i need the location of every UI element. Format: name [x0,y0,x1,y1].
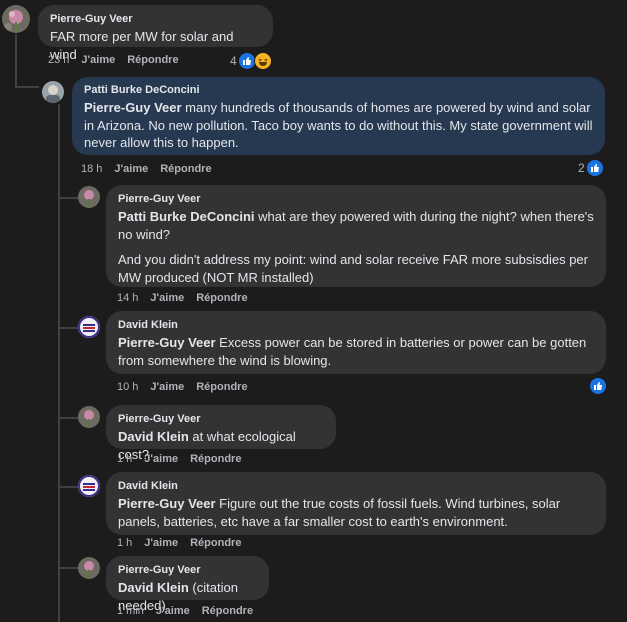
like-button[interactable]: J'aime [144,453,178,465]
comment-author[interactable]: David Klein [118,479,594,493]
comment-text: Patti Burke DeConcini what are they powe… [118,208,594,286]
comment-bubble: David Klein Pierre-Guy Veer Figure out t… [106,472,606,535]
like-button[interactable]: J'aime [144,537,178,549]
comment-actions: 1 h J'aime Répondre [117,537,253,549]
avatar[interactable] [2,5,30,33]
comment-paragraph: And you didn't address my point: wind an… [118,252,588,285]
reaction-summary[interactable] [588,378,606,394]
reaction-summary[interactable]: 2 [578,160,603,176]
comment-time[interactable]: 10 h [117,381,138,393]
comment-time[interactable]: 23 h [48,54,69,66]
comment-actions: 18 h J'aime Répondre [81,163,224,175]
like-button[interactable]: J'aime [156,605,190,617]
comment-time[interactable]: 1 h [117,453,132,465]
reply-button[interactable]: Répondre [202,605,253,617]
comment-time[interactable]: 14 h [117,292,138,304]
reaction-count: 2 [578,161,585,175]
like-icon [238,53,255,69]
thread-line [58,104,60,622]
comment-actions: 14 h J'aime Répondre [117,292,260,304]
thread-line [58,486,78,488]
comment-text: Pierre-Guy Veer many hundreds of thousan… [84,99,593,152]
avatar[interactable] [42,81,64,103]
avatar[interactable] [78,557,100,579]
comment-text: Pierre-Guy Veer Excess power can be stor… [118,334,594,369]
comment-author[interactable]: Pierre-Guy Veer [118,192,594,206]
mention-link[interactable]: David Klein [118,429,189,444]
like-button[interactable]: J'aime [150,292,184,304]
avatar[interactable] [78,316,100,338]
mention-link[interactable]: Pierre-Guy Veer [118,496,216,511]
avatar[interactable] [78,475,100,497]
comment-author[interactable]: Pierre-Guy Veer [118,412,324,426]
comment-actions: 1 min J'aime Répondre [117,605,265,617]
mention-link[interactable]: Pierre-Guy Veer [84,100,182,115]
reply-button[interactable]: Répondre [190,537,241,549]
thread-line [15,86,39,88]
comment-time[interactable]: 1 h [117,537,132,549]
comment-author[interactable]: David Klein [118,318,594,332]
mention-link[interactable]: David Klein [118,580,189,595]
comment-bubble: Pierre-Guy Veer David Klein at what ecol… [106,405,336,462]
comment-bubble: Pierre-Guy Veer FAR more per MW for sola… [38,5,273,62]
avatar[interactable] [78,406,100,428]
comment-actions: 1 h J'aime Répondre [117,453,253,465]
haha-icon [253,52,272,70]
reply-button[interactable]: Répondre [190,453,241,465]
comment-bubble: Patti Burke DeConcini Pierre-Guy Veer ma… [72,77,605,155]
comment-bubble: David Klein Pierre-Guy Veer Excess power… [106,311,606,374]
comment-actions: 10 h J'aime Répondre [117,381,260,393]
comment-author[interactable]: Patti Burke DeConcini [84,83,593,97]
like-button[interactable]: J'aime [81,54,115,66]
mention-link[interactable]: Pierre-Guy Veer [118,335,216,350]
thread-line [58,327,78,329]
thread-line [15,34,17,88]
thread-line [58,567,78,569]
reaction-summary[interactable]: 4 [230,52,272,70]
comment-author[interactable]: Pierre-Guy Veer [118,563,257,577]
comment-actions: 23 h J'aime Répondre [48,54,191,66]
reply-button[interactable]: Répondre [196,381,247,393]
like-icon [590,378,606,394]
avatar[interactable] [78,186,100,208]
thread-line [58,197,78,199]
comment-bubble: Pierre-Guy Veer Patti Burke DeConcini wh… [106,185,606,287]
reply-button[interactable]: Répondre [196,292,247,304]
reply-button[interactable]: Répondre [127,54,178,66]
thread-line [58,417,78,419]
comment-bubble: Pierre-Guy Veer David Klein (citation ne… [106,556,269,613]
like-button[interactable]: J'aime [114,163,148,175]
reply-button[interactable]: Répondre [160,163,211,175]
comment-time[interactable]: 18 h [81,163,102,175]
reaction-count: 4 [230,54,237,68]
comment-author[interactable]: Pierre-Guy Veer [50,12,261,26]
comment-text: Pierre-Guy Veer Figure out the true cost… [118,495,594,530]
mention-link[interactable]: Patti Burke DeConcini [118,209,255,224]
like-icon [586,160,603,176]
comment-time[interactable]: 1 min [117,605,144,617]
like-button[interactable]: J'aime [150,381,184,393]
